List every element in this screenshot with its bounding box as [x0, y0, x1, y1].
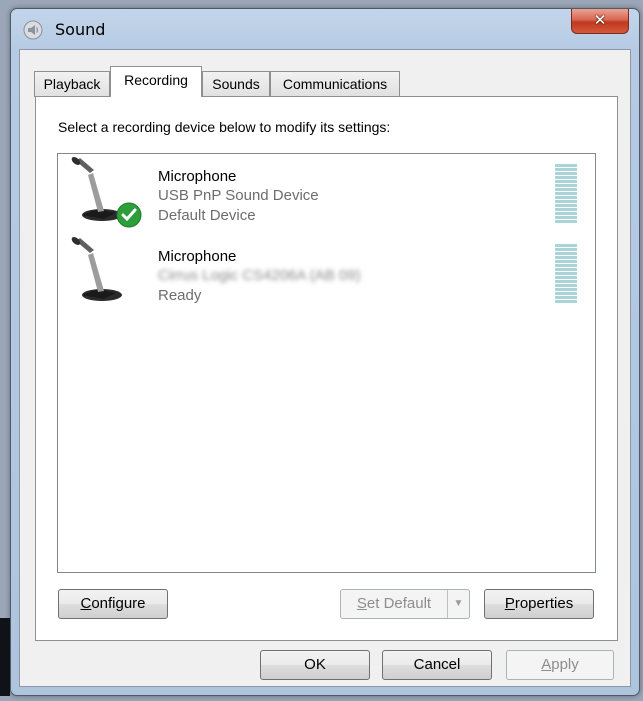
- device-name: Microphone: [158, 248, 237, 265]
- configure-label: onfigure: [91, 595, 146, 612]
- tab-sounds-label: Sounds: [212, 76, 260, 92]
- configure-button[interactable]: Configure: [58, 589, 168, 619]
- level-meter: [555, 164, 577, 227]
- close-icon: ✕: [593, 11, 607, 29]
- tab-communications-label: Communications: [282, 76, 388, 92]
- set-default-mnemonic: S: [356, 595, 367, 612]
- device-description: Cirrus Logic CS4206A (AB 09): [158, 267, 361, 284]
- recording-tab-panel: Select a recording device below to modif…: [35, 96, 618, 641]
- tab-communications[interactable]: Communications: [270, 71, 400, 97]
- properties-label: roperties: [514, 595, 574, 612]
- tab-sounds[interactable]: Sounds: [202, 71, 270, 97]
- instruction-text: Select a recording device below to modif…: [58, 119, 391, 135]
- level-meter: [555, 244, 577, 307]
- tab-recording[interactable]: Recording: [110, 66, 202, 97]
- apply-mnemonic: A: [541, 656, 552, 673]
- apply-label: pply: [551, 656, 579, 673]
- sound-dialog: Sound ✕ Playback Recording Sounds Commun…: [10, 8, 640, 696]
- properties-mnemonic: P: [504, 595, 515, 612]
- dialog-client-area: Playback Recording Sounds Communications…: [19, 49, 631, 687]
- device-status: Ready: [158, 287, 202, 304]
- device-row-cirrus-microphone[interactable]: Microphone Cirrus Logic CS4206A (AB 09) …: [58, 234, 595, 314]
- configure-mnemonic: C: [80, 595, 92, 612]
- tab-playback[interactable]: Playback: [34, 71, 110, 97]
- cancel-label: Cancel: [413, 656, 461, 673]
- recording-device-list[interactable]: Microphone USB PnP Sound Device Default …: [57, 153, 596, 573]
- tab-playback-label: Playback: [43, 76, 101, 92]
- dropdown-arrow-icon[interactable]: ▼: [447, 590, 469, 618]
- apply-button[interactable]: Apply: [506, 650, 614, 680]
- cancel-button[interactable]: Cancel: [382, 650, 492, 680]
- set-default-label: et Default: [366, 595, 432, 612]
- device-status: Default Device: [158, 207, 256, 224]
- device-row-usb-microphone[interactable]: Microphone USB PnP Sound Device Default …: [58, 154, 595, 234]
- properties-button[interactable]: Properties: [484, 589, 594, 619]
- window-title: Sound: [55, 20, 106, 39]
- background-window-edge: [0, 618, 10, 696]
- tab-recording-label: Recording: [124, 72, 188, 88]
- close-button[interactable]: ✕: [571, 9, 629, 34]
- speaker-icon: [23, 20, 43, 40]
- default-device-check-icon: [116, 202, 142, 228]
- microphone-icon: [71, 237, 122, 301]
- device-name: Microphone: [158, 168, 237, 185]
- device-description: USB PnP Sound Device: [158, 187, 319, 204]
- set-default-button[interactable]: Set Default ▼: [340, 589, 470, 619]
- ok-button[interactable]: OK: [260, 650, 370, 680]
- ok-label: OK: [304, 656, 326, 673]
- title-bar[interactable]: Sound ✕: [11, 9, 639, 49]
